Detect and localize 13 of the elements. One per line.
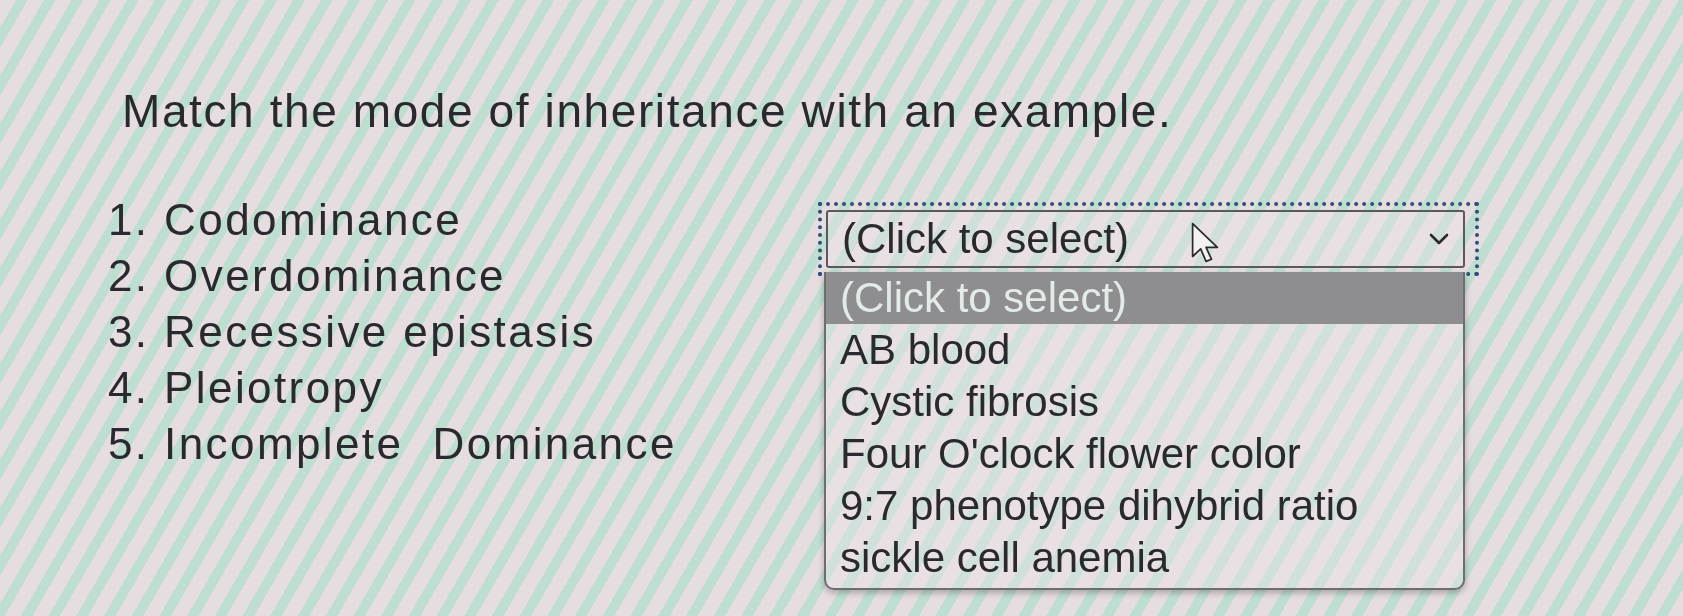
dropdown-option[interactable]: Four O'clock flower color	[826, 428, 1463, 480]
cursor-icon	[1191, 222, 1219, 263]
dropdown-option[interactable]: Cystic fibrosis	[826, 376, 1463, 428]
term-item: 2. Overdominance	[108, 250, 506, 302]
term-item: 4. Pleiotropy	[108, 362, 384, 414]
chevron-down-icon	[1429, 233, 1449, 245]
dropdown-option[interactable]: sickle cell anemia	[826, 532, 1463, 584]
question-prompt: Match the mode of inheritance with an example.	[122, 84, 1173, 138]
term-item: 5. Incomplete Dominance	[108, 418, 677, 470]
dropdown-option[interactable]: 9:7 phenotype dihybrid ratio	[826, 480, 1463, 532]
term-item: 1. Codominance	[108, 194, 463, 246]
dropdown-option[interactable]: AB blood	[826, 324, 1463, 376]
term-item: 3. Recessive epistasis	[108, 306, 597, 358]
